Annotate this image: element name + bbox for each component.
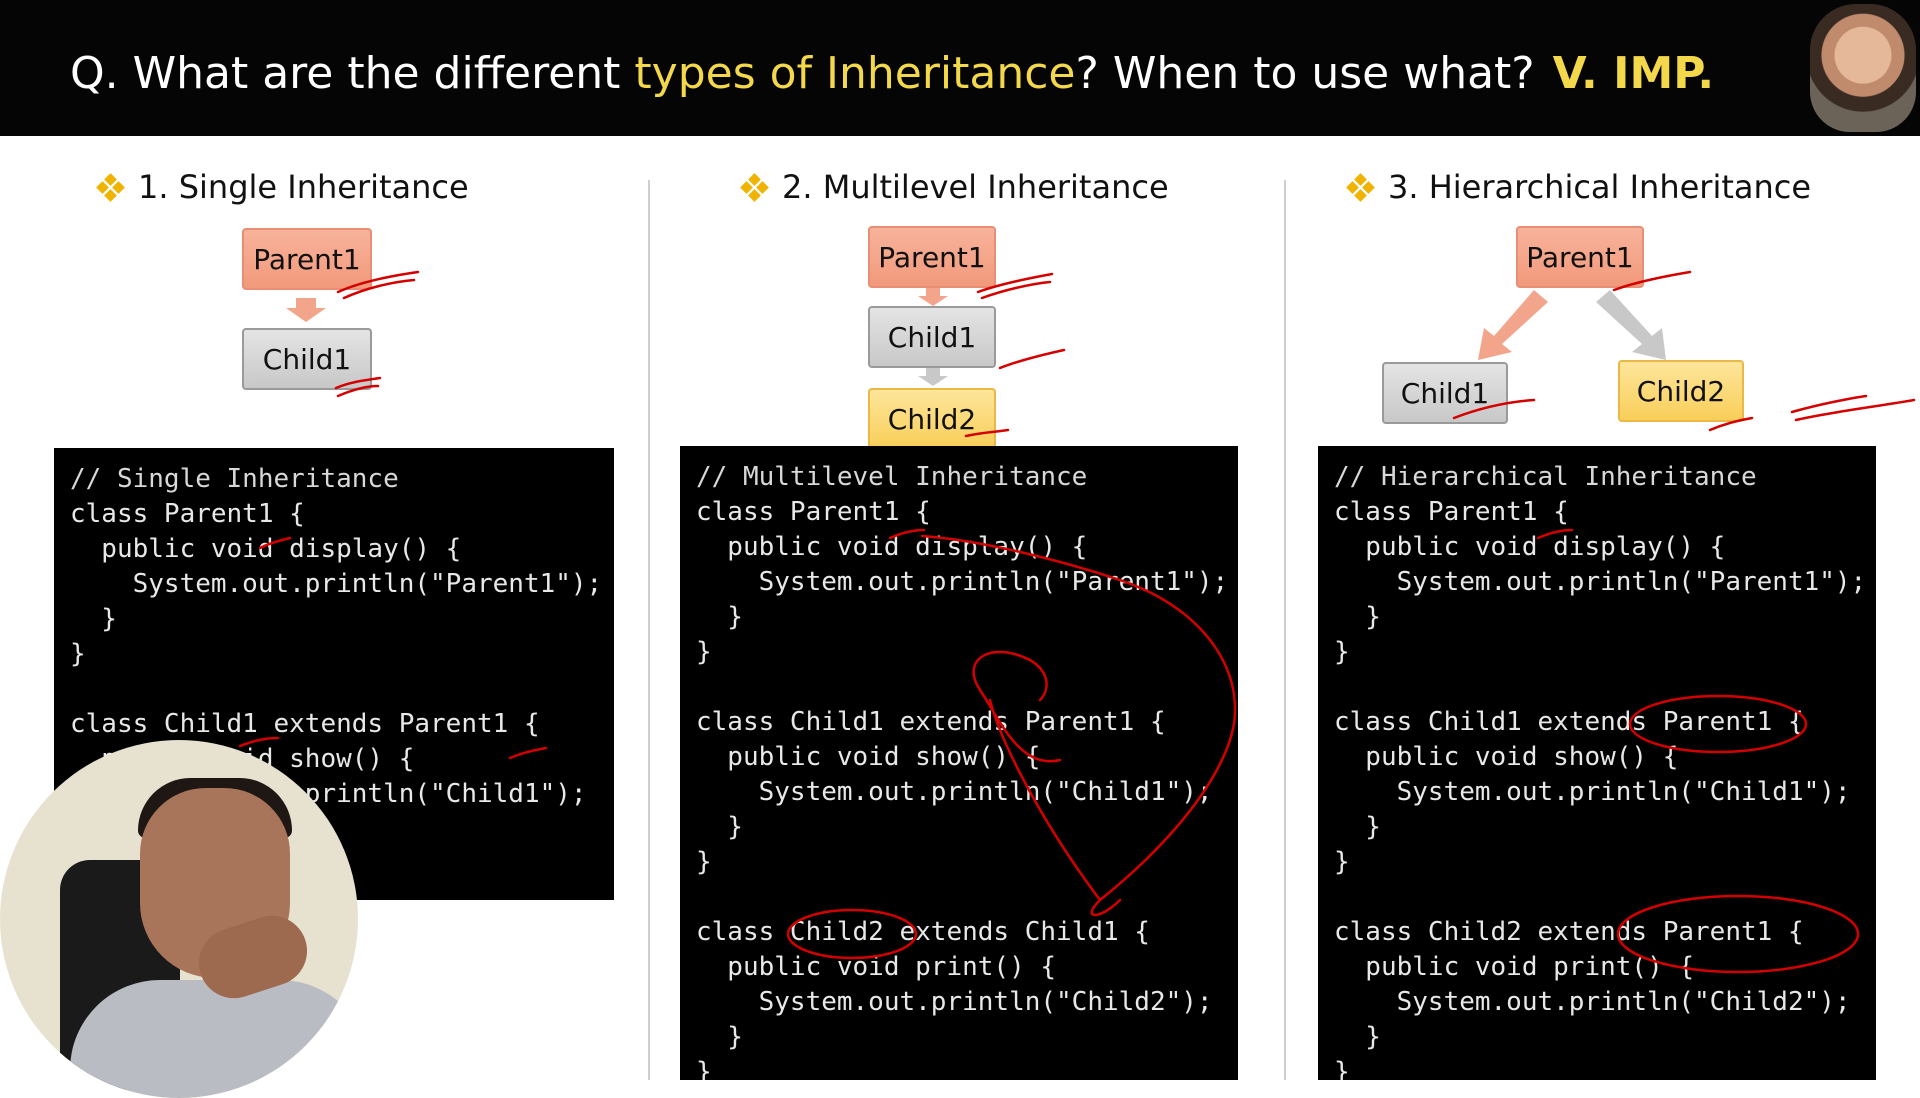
column-divider — [648, 180, 650, 1080]
node-child1: Child1 — [242, 328, 372, 390]
code-line: // Single Inheritance — [70, 464, 399, 494]
code-line: } — [696, 812, 743, 842]
arrow-down-icon — [918, 288, 948, 306]
code-line: class Child2 extends Parent1 { — [1334, 917, 1804, 947]
code-line: } — [1334, 847, 1350, 877]
node-child2: Child2 — [868, 388, 996, 450]
section-heading-multilevel: 2. Multilevel Inheritance — [740, 168, 1169, 206]
section-heading-label: 1. Single Inheritance — [138, 168, 469, 206]
code-line: public void display() { — [1334, 532, 1726, 562]
code-line: // Hierarchical Inheritance — [1334, 462, 1757, 492]
section-heading-label: 3. Hierarchical Inheritance — [1388, 168, 1812, 206]
code-line: System.out.println("Parent1"); — [696, 567, 1229, 597]
section-heading-hierarchical: 3. Hierarchical Inheritance — [1346, 168, 1812, 206]
arrow-down-icon — [286, 298, 326, 322]
code-line: System.out.println("Child1"); — [696, 777, 1213, 807]
code-line: class Parent1 { — [70, 499, 305, 529]
code-line: public void print() { — [1334, 952, 1695, 982]
code-line: System.out.println("Parent1"); — [70, 569, 603, 599]
code-line: class Child1 extends Parent1 { — [696, 707, 1166, 737]
code-line: class Parent1 { — [1334, 497, 1569, 527]
presenter-webcam — [0, 740, 358, 1098]
node-child1: Child1 — [868, 306, 996, 368]
section-heading-single: 1. Single Inheritance — [96, 168, 469, 206]
slide-title: Q. What are the different types of Inher… — [70, 48, 1714, 99]
code-line: } — [1334, 1022, 1381, 1052]
arrow-diagonal-icon — [1478, 290, 1548, 360]
node-child1: Child1 — [1382, 362, 1508, 424]
code-line: class Child2 extends Child1 { — [696, 917, 1150, 947]
code-line: } — [70, 604, 117, 634]
column-divider — [1284, 180, 1286, 1080]
code-line: // Multilevel Inheritance — [696, 462, 1088, 492]
section-heading-label: 2. Multilevel Inheritance — [782, 168, 1169, 206]
code-panel-hierarchical: // Hierarchical Inheritance class Parent1… — [1318, 446, 1876, 1080]
bullet-diamond-icon — [740, 173, 769, 202]
code-line: System.out.println("Child2"); — [696, 987, 1213, 1017]
code-line: System.out.println("Child2"); — [1334, 987, 1851, 1017]
code-line: class Child1 extends Parent1 { — [1334, 707, 1804, 737]
code-line: } — [696, 1057, 712, 1080]
ink-underline — [1790, 394, 1916, 422]
code-line: } — [696, 602, 743, 632]
arrow-diagonal-icon — [1596, 290, 1666, 360]
title-highlight: types of Inheritance — [634, 48, 1076, 99]
code-line: } — [1334, 637, 1350, 667]
code-line: } — [1334, 602, 1381, 632]
node-parent1: Parent1 — [242, 228, 372, 290]
presenter-avatar — [1810, 4, 1916, 132]
importance-badge: V. IMP. — [1552, 48, 1715, 99]
code-line: class Parent1 { — [696, 497, 931, 527]
ink-underline — [998, 348, 1066, 370]
code-line: public void display() { — [70, 534, 462, 564]
code-line: } — [696, 1022, 743, 1052]
node-parent1: Parent1 — [868, 226, 996, 288]
code-line: public void show() { — [696, 742, 1041, 772]
title-suffix: ? When to use what? — [1075, 48, 1535, 99]
code-line: } — [696, 847, 712, 877]
code-panel-multilevel: // Multilevel Inheritance class Parent1 {… — [680, 446, 1238, 1080]
code-line: public void display() { — [696, 532, 1088, 562]
code-line: } — [70, 639, 86, 669]
title-bar: Q. What are the different types of Inher… — [0, 0, 1920, 136]
title-prefix: Q. What are the different — [70, 48, 635, 99]
bullet-diamond-icon — [1346, 173, 1375, 202]
code-line: } — [696, 637, 712, 667]
code-line: public void print() { — [696, 952, 1057, 982]
code-line: } — [1334, 812, 1381, 842]
node-child2: Child2 — [1618, 360, 1744, 422]
node-parent1: Parent1 — [1516, 226, 1644, 288]
code-line: public void show() { — [1334, 742, 1679, 772]
bullet-diamond-icon — [96, 173, 125, 202]
code-line: class Child1 extends Parent1 { — [70, 709, 540, 739]
code-line: System.out.println("Child1"); — [1334, 777, 1851, 807]
code-line: System.out.println("Parent1"); — [1334, 567, 1867, 597]
arrow-down-icon — [918, 368, 948, 386]
code-line: } — [1334, 1057, 1350, 1080]
